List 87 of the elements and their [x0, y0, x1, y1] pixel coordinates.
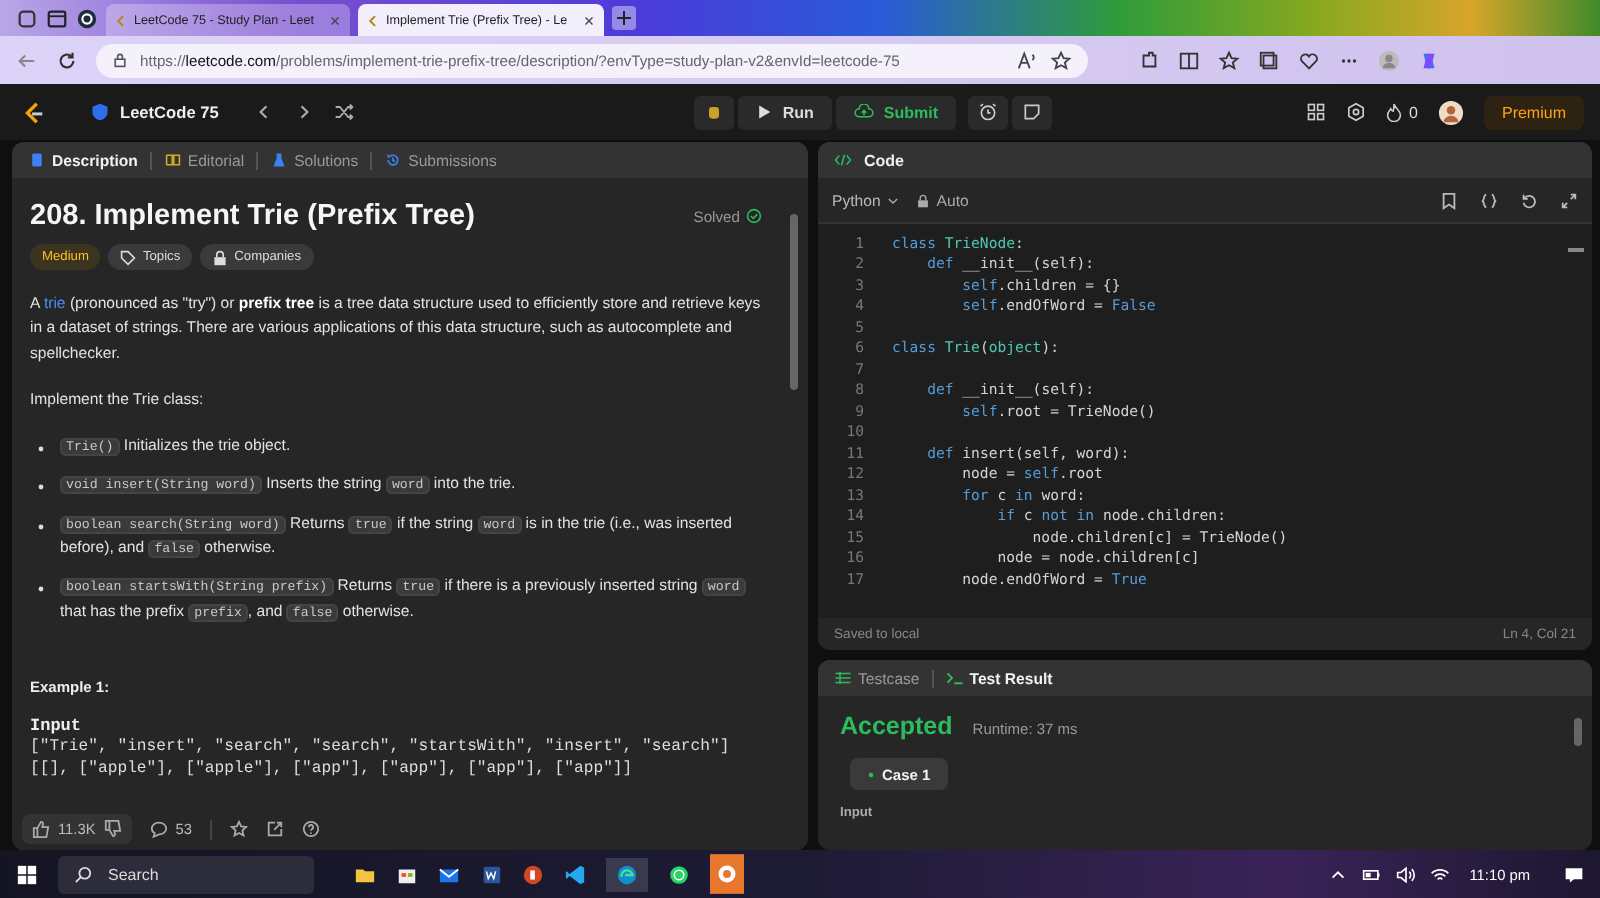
play-icon: [756, 104, 773, 120]
panel-title: Code: [864, 151, 904, 169]
flame-icon[interactable]: [1385, 102, 1402, 122]
input-label: Input: [30, 715, 84, 736]
battery-icon[interactable]: [1361, 865, 1382, 883]
book-icon: [163, 152, 182, 168]
app-icon[interactable]: [710, 854, 744, 894]
taskbar-search-field[interactable]: Search: [58, 855, 314, 893]
search-icon: [74, 865, 92, 883]
notes-button[interactable]: [1012, 95, 1053, 129]
logo-icon: [365, 13, 380, 27]
settings-icon[interactable]: [1345, 102, 1366, 122]
mail-icon[interactable]: [438, 863, 460, 885]
new-tab-icon[interactable]: [611, 6, 636, 30]
bug-icon: [704, 102, 725, 122]
extensions-icon[interactable]: [1138, 49, 1160, 71]
speaker-icon[interactable]: [1395, 865, 1416, 883]
caret-icon: [886, 193, 901, 207]
avatar-icon[interactable]: [1437, 99, 1464, 125]
shield-icon[interactable]: [90, 102, 110, 122]
code-editor-icon[interactable]: [564, 863, 586, 885]
close-icon[interactable]: [581, 13, 596, 27]
run-button[interactable]: Run: [738, 95, 832, 129]
heart-icon[interactable]: [1298, 49, 1320, 71]
check-circle-icon: [746, 208, 762, 224]
layout-icon[interactable]: [1305, 102, 1326, 122]
scrollbar-marker[interactable]: [1568, 248, 1584, 251]
refresh-icon[interactable]: [56, 49, 78, 71]
example-input-line: [[], ["apple"], ["apple"], ["app"], ["app"], ["app"], ["app"]]: [30, 758, 635, 782]
alarm-clock-icon: [978, 102, 999, 122]
comment-icon[interactable]: [149, 820, 168, 838]
scrollbar-thumb[interactable]: [790, 214, 798, 390]
premium-button[interactable]: Premium: [1483, 95, 1584, 129]
verdict-text: Accepted: [840, 712, 953, 740]
lock-icon: [916, 193, 931, 207]
copilot-icon[interactable]: [1418, 49, 1440, 71]
cloud-upload-icon: [853, 104, 874, 120]
bullet-icon: [38, 484, 44, 491]
split-screen-icon[interactable]: [1178, 49, 1200, 71]
bullet-icon: [38, 586, 44, 593]
reset-icon[interactable]: [1520, 191, 1538, 209]
thumbs-down-icon[interactable]: [103, 820, 122, 838]
workspaces-icon[interactable]: [16, 7, 38, 29]
history-icon: [384, 152, 403, 168]
share-icon[interactable]: [266, 820, 284, 838]
note-icon: [1022, 102, 1043, 122]
list-icon: [834, 670, 852, 686]
timer-button[interactable]: [968, 95, 1009, 129]
tab-actions-icon[interactable]: [46, 7, 68, 29]
braces-icon[interactable]: [1480, 191, 1498, 209]
star-icon[interactable]: [230, 820, 248, 838]
debug-button[interactable]: [694, 95, 735, 129]
lock-icon: [212, 249, 229, 265]
bullet-icon: [38, 523, 44, 530]
thumbs-up-icon[interactable]: [32, 820, 50, 838]
terminal-icon: [945, 670, 964, 686]
scrollbar-thumb[interactable]: [1574, 718, 1582, 746]
tag-icon: [120, 249, 137, 265]
logo-icon: [114, 13, 128, 27]
help-icon[interactable]: [302, 820, 320, 838]
logo-icon[interactable]: [20, 99, 46, 125]
problem-title: 208. Implement Trie (Prefix Tree): [30, 200, 477, 232]
code-brackets-icon: [834, 152, 852, 168]
streak-count: 0: [1409, 103, 1418, 121]
favorites-icon[interactable]: [1218, 49, 1240, 71]
word-icon[interactable]: [480, 863, 502, 885]
bookmark-icon[interactable]: [1440, 191, 1458, 209]
flask-icon: [270, 152, 289, 168]
browser-icon[interactable]: [606, 857, 648, 891]
presentation-icon[interactable]: [522, 863, 544, 885]
start-icon[interactable]: [16, 863, 38, 885]
chat-icon[interactable]: [668, 863, 690, 885]
study-plan-link[interactable]: LeetCode 75: [120, 102, 219, 122]
notifications-icon[interactable]: [1564, 865, 1584, 883]
example-input-line: ["Trie", "insert", "search", "search", "startsWith", "insert", "search"]: [30, 735, 732, 759]
wifi-icon[interactable]: [1429, 865, 1450, 883]
bullet-icon: [38, 446, 44, 453]
status-dot-icon: [868, 771, 874, 777]
lock-icon[interactable]: [112, 52, 128, 68]
collections-icon[interactable]: [1258, 49, 1280, 71]
read-aloud-icon[interactable]: [1016, 49, 1038, 71]
star-icon[interactable]: [1050, 49, 1072, 71]
site-icon[interactable]: [76, 7, 98, 29]
shuffle-icon[interactable]: [334, 102, 355, 122]
expand-icon[interactable]: [1560, 191, 1578, 209]
submit-button[interactable]: Submit: [835, 95, 957, 129]
document-icon: [28, 152, 46, 168]
